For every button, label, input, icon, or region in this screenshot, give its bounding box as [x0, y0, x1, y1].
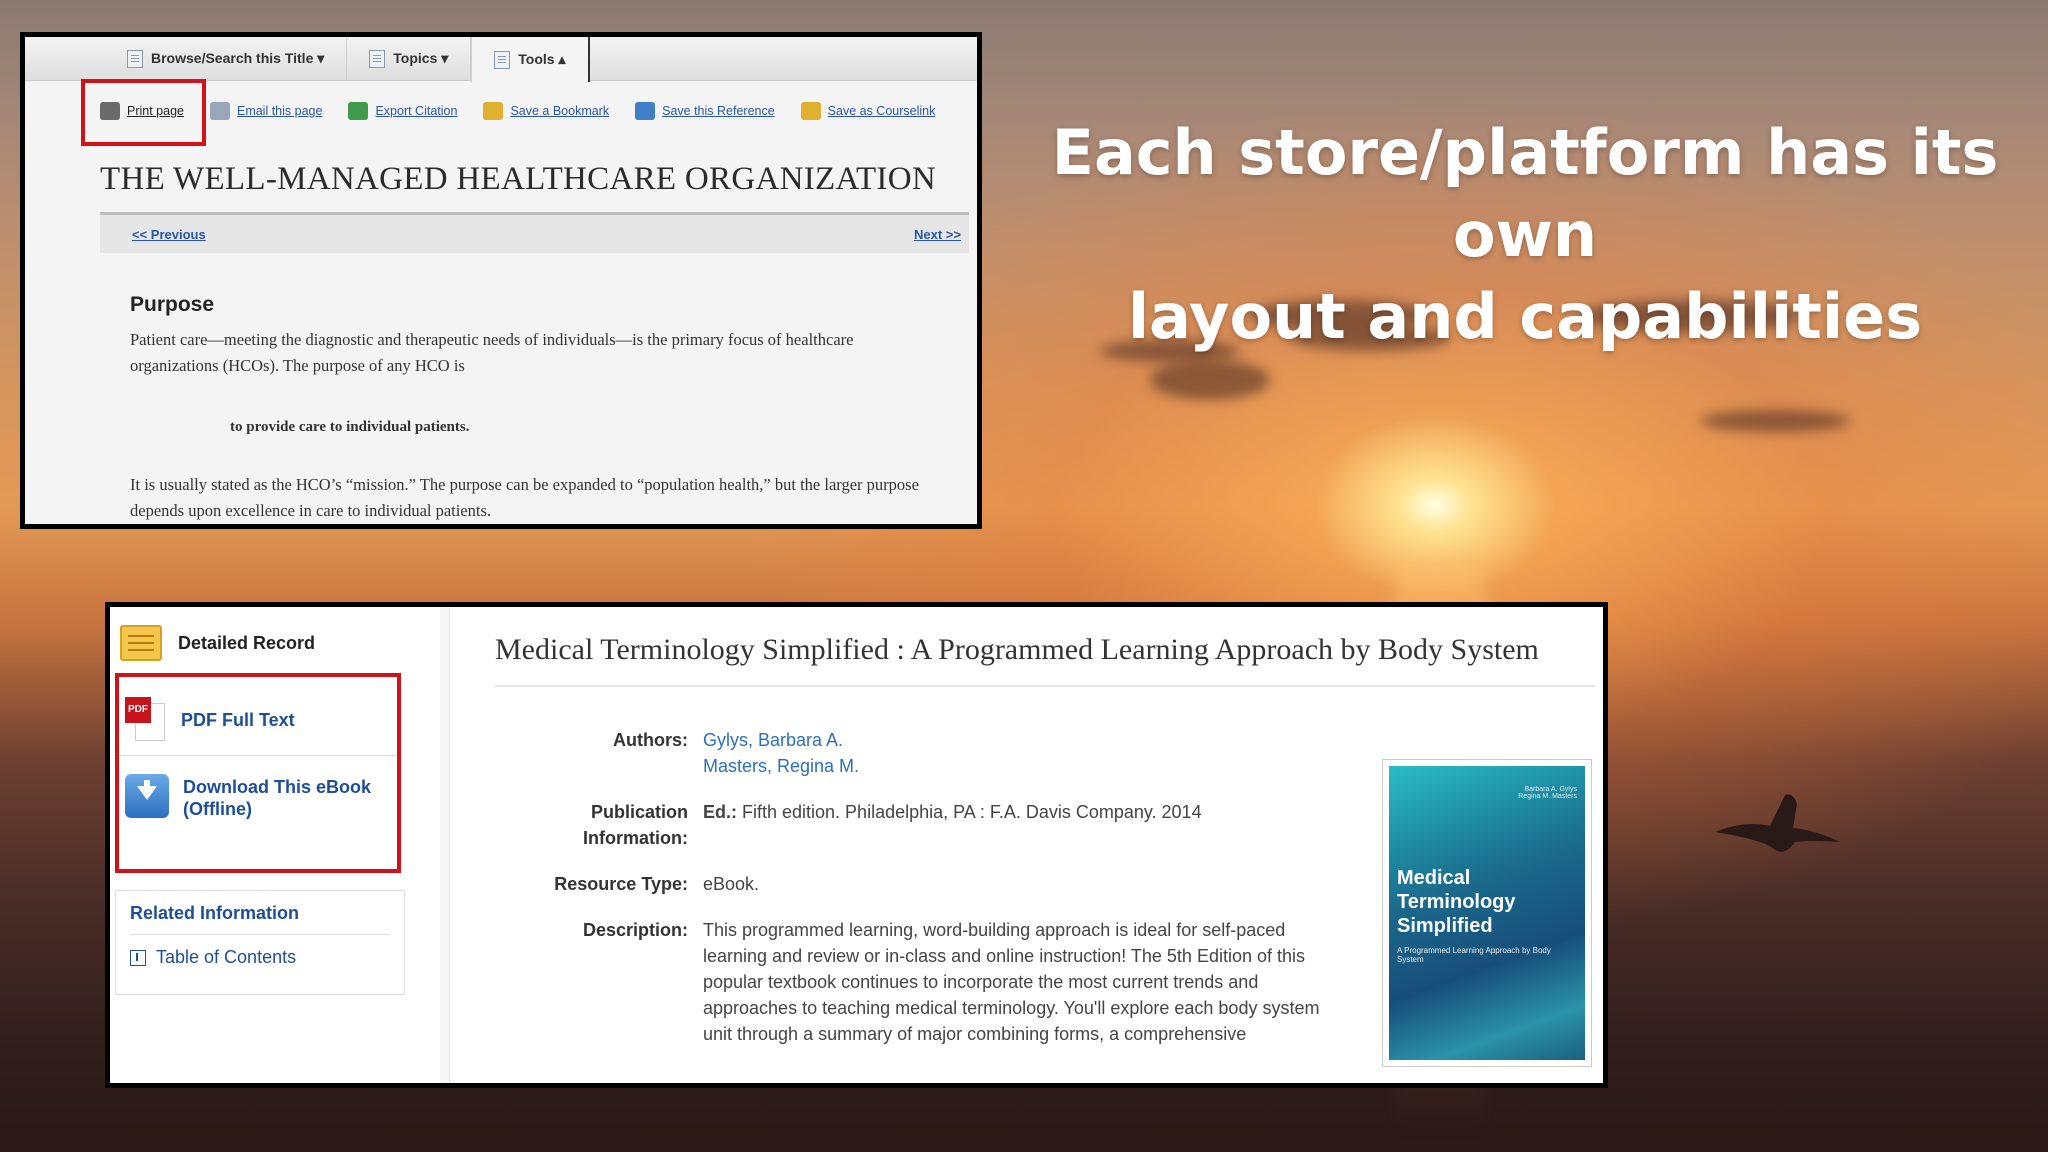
- save-icon: [635, 102, 656, 120]
- envelope-icon: [209, 102, 230, 120]
- tab-tools[interactable]: Tools ▴: [471, 37, 590, 82]
- courselink-icon: [800, 102, 821, 120]
- highlight-box-download: [115, 673, 401, 873]
- document-icon: [127, 49, 143, 68]
- block-quote: to provide care to individual patients.: [230, 419, 470, 435]
- email-page-link[interactable]: Email this page: [209, 102, 323, 120]
- field-value: Ed.: Fifth edition. Philadelphia, PA : F…: [703, 799, 1202, 851]
- paragraph: It is usually stated as the HCO’s “missi…: [130, 475, 919, 520]
- related-information-title: Related Information: [130, 903, 390, 935]
- highlight-box-print: [81, 79, 206, 146]
- tool-label: Save a Bookmark: [510, 104, 610, 118]
- field-label: Description:: [582, 920, 688, 940]
- field-label: Authors:: [613, 730, 688, 750]
- next-link[interactable]: Next >>: [914, 227, 961, 242]
- tab-browse-search[interactable]: Browse/Search this Title ▾: [105, 37, 348, 80]
- save-reference-link[interactable]: Save this Reference: [635, 102, 775, 120]
- field-label: Publication Information:: [583, 802, 688, 848]
- content-body: Purpose Patient care—meeting the diagnos…: [25, 253, 977, 524]
- cloud: [1150, 360, 1270, 400]
- headline: Each store/platform has its own layout a…: [1045, 112, 2005, 358]
- field-publication: Publication Information: Ed.: Fifth edit…: [495, 799, 1355, 851]
- publication-value: Fifth edition. Philadelphia, PA : F.A. D…: [737, 802, 1202, 822]
- sidebar: Detailed Record PDF PDF Full Text Downlo…: [110, 607, 450, 1083]
- tab-label: Topics ▾: [393, 50, 449, 66]
- field-resource-type: Resource Type: eBook.: [495, 871, 1355, 897]
- book-title: THE WELL-MANAGED HEALTHCARE ORGANIZATION: [100, 141, 969, 215]
- related-information-panel: Related Information Table of Contents: [115, 890, 405, 995]
- bird-silhouette: [1715, 794, 1840, 852]
- paragraph: Patient care—meeting the diagnostic and …: [130, 330, 854, 375]
- screenshot-reader-platform: Browse/Search this Title ▾ Topics ▾ Tool…: [20, 32, 982, 529]
- book-cover-image[interactable]: Barbara A. Gylys Regina M. Masters Medic…: [1382, 759, 1592, 1067]
- cover-title: Medical Terminology Simplified: [1397, 867, 1516, 937]
- save-courselink-link[interactable]: Save as Courselink: [800, 102, 936, 120]
- tool-label: Save as Courselink: [827, 104, 936, 118]
- table-of-contents-link[interactable]: Table of Contents: [130, 947, 390, 968]
- detailed-record-label: Detailed Record: [178, 632, 316, 653]
- book-cover-art: Barbara A. Gylys Regina M. Masters Medic…: [1389, 766, 1585, 1060]
- tool-label: Save this Reference: [662, 104, 775, 118]
- record-folder-icon: [120, 625, 162, 661]
- save-bookmark-link[interactable]: Save a Bookmark: [483, 102, 609, 120]
- bookmark-icon: [483, 102, 504, 120]
- record-title: Medical Terminology Simplified : A Progr…: [495, 631, 1595, 687]
- sidebar-panel: Detailed Record PDF PDF Full Text Downlo…: [110, 607, 440, 1083]
- export-citation-link[interactable]: Export Citation: [348, 102, 457, 120]
- section-heading: Purpose: [130, 293, 215, 316]
- export-icon: [348, 102, 369, 120]
- headline-line-2: layout and capabilities: [1127, 280, 1923, 353]
- tools-icon: [494, 50, 511, 69]
- cover-authors: Barbara A. Gylys Regina M. Masters: [1518, 786, 1577, 800]
- tab-topics[interactable]: Topics ▾: [347, 37, 472, 80]
- toc-label: Table of Contents: [156, 947, 297, 967]
- author-link[interactable]: Gylys, Barbara A.: [703, 727, 859, 753]
- page-nav: << Previous Next >>: [100, 215, 969, 253]
- field-label: Resource Type:: [554, 874, 688, 894]
- field-authors: Authors: Gylys, Barbara A. Masters, Regi…: [495, 727, 1355, 779]
- field-value: Gylys, Barbara A. Masters, Regina M.: [703, 727, 859, 779]
- tab-label: Tools ▴: [518, 51, 566, 67]
- cloud: [1700, 410, 1850, 432]
- cover-subtitle: A Programmed Learning Approach by Body S…: [1397, 946, 1551, 964]
- tab-bar: Browse/Search this Title ▾ Topics ▾ Tool…: [25, 37, 977, 82]
- record-fields: Authors: Gylys, Barbara A. Masters, Regi…: [495, 727, 1355, 1047]
- headline-line-1: Each store/platform has its own: [1051, 116, 1999, 271]
- tool-label: Export Citation: [375, 104, 458, 118]
- tool-label: Email this page: [236, 104, 323, 118]
- field-value: eBook.: [703, 874, 760, 894]
- screenshot-ebook-record: Detailed Record PDF PDF Full Text Downlo…: [105, 602, 1608, 1088]
- toc-icon: [130, 949, 146, 966]
- detailed-record-header[interactable]: Detailed Record: [110, 607, 440, 667]
- tab-label: Browse/Search this Title ▾: [151, 50, 325, 66]
- edition-label: Ed.:: [703, 802, 737, 822]
- field-description: Description: This programmed learning, w…: [495, 917, 1355, 1047]
- author-link[interactable]: Masters, Regina M.: [703, 753, 859, 779]
- list-icon: [369, 49, 386, 68]
- field-value: This programmed learning, word-building …: [703, 920, 1320, 1044]
- previous-link[interactable]: << Previous: [132, 227, 206, 242]
